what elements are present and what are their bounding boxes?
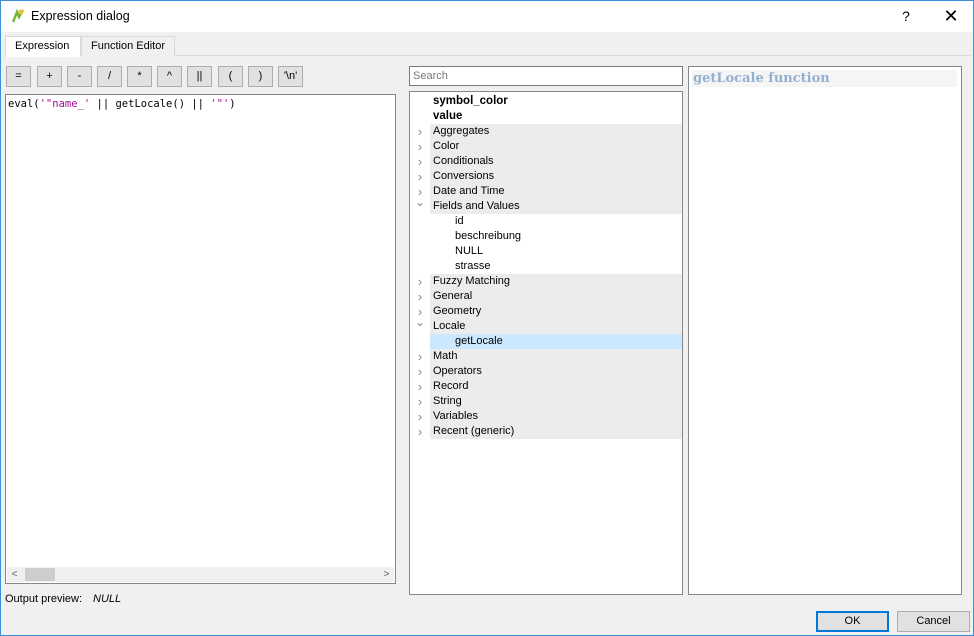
tree-item-label: Date and Time — [433, 185, 505, 197]
chevron-right-icon[interactable]: › — [414, 364, 426, 379]
scroll-right-icon[interactable]: > — [379, 567, 394, 582]
chevron-right-icon[interactable]: › — [414, 409, 426, 424]
tree-item[interactable]: › Conditionals — [418, 154, 682, 169]
tree-item[interactable]: symbol_color — [430, 94, 682, 109]
operator-button[interactable]: || — [187, 66, 212, 87]
chevron-right-icon[interactable]: › — [414, 379, 426, 394]
search-input[interactable]: Search — [409, 66, 683, 86]
operator-button[interactable]: / — [97, 66, 122, 87]
tree-item-label: beschreibung — [455, 230, 522, 242]
expression-editor[interactable]: eval('"name_' || getLocale() || '"') < > — [5, 94, 396, 584]
expression-text[interactable]: eval('"name_' || getLocale() || '"') — [8, 98, 236, 110]
close-button[interactable]: ✕ — [937, 5, 965, 27]
window-title: Expression dialog — [31, 9, 130, 23]
tree-item[interactable]: › Aggregates — [418, 124, 682, 139]
tab-expression[interactable]: Expression — [5, 36, 81, 57]
tree-item[interactable]: › Math — [418, 349, 682, 364]
tree-item-label: Variables — [433, 410, 479, 422]
title-bar: Expression dialog ? ✕ — [1, 1, 973, 32]
operator-button[interactable]: ( — [218, 66, 243, 87]
tree-item-label: Color — [433, 140, 460, 152]
operator-button[interactable]: * — [127, 66, 152, 87]
tree-item[interactable]: NULL — [430, 244, 682, 259]
tree-item-label: Aggregates — [433, 125, 490, 137]
tree-item[interactable]: › Conversions — [418, 169, 682, 184]
tree-item[interactable]: › Date and Time — [418, 184, 682, 199]
tree-item[interactable]: beschreibung — [430, 229, 682, 244]
horizontal-scrollbar[interactable]: < > — [7, 567, 394, 582]
tree-item-label: getLocale — [455, 335, 503, 347]
output-preview-value: NULL — [93, 593, 122, 605]
tree-item-label: Conversions — [433, 170, 495, 182]
code-token: '"' — [210, 98, 230, 110]
chevron-right-icon[interactable]: › — [414, 124, 426, 139]
tree-item[interactable]: › General — [418, 289, 682, 304]
tree-item-label: Math — [433, 350, 458, 362]
chevron-right-icon[interactable]: › — [414, 139, 426, 154]
tree-item[interactable]: value — [430, 109, 682, 124]
tree-item[interactable]: ⌄ Fields and Values — [415, 195, 682, 214]
tab-bar: Expression Function Editor — [5, 36, 971, 57]
tree-item-label: Fields and Values — [433, 200, 520, 212]
tree-item-label: Record — [433, 380, 469, 392]
code-token: || getLocale() || — [90, 98, 211, 110]
tree-item[interactable]: › Record — [418, 379, 682, 394]
tree-item-label: id — [455, 215, 464, 227]
tree-item[interactable]: › String — [418, 394, 682, 409]
tree-item[interactable]: › Fuzzy Matching — [418, 274, 682, 289]
tree-item-label: Fuzzy Matching — [433, 275, 511, 287]
tree-item[interactable]: › Color — [418, 139, 682, 154]
operator-button[interactable]: + — [37, 66, 62, 87]
help-panel: getLocale function — [688, 66, 962, 595]
expression-dialog: Expression dialog ? ✕ Expression Functio… — [0, 0, 974, 636]
tree-item[interactable]: › Geometry — [418, 304, 682, 319]
tree-item[interactable]: id — [430, 214, 682, 229]
tree-item[interactable]: › Variables — [418, 409, 682, 424]
tree-item-label: value — [433, 110, 463, 122]
output-preview-label: Output preview: — [5, 593, 83, 605]
code-token: ) — [229, 98, 236, 110]
operator-button[interactable]: ^ — [157, 66, 182, 87]
help-button[interactable]: ? — [894, 5, 918, 27]
chevron-right-icon[interactable]: › — [414, 349, 426, 364]
tree-item-label: General — [433, 290, 473, 302]
chevron-right-icon[interactable]: › — [414, 154, 426, 169]
chevron-right-icon[interactable]: › — [414, 169, 426, 184]
operator-button[interactable]: = — [6, 66, 31, 87]
operator-button[interactable]: ) — [248, 66, 273, 87]
tree-item-label: Locale — [433, 320, 466, 332]
tab-function-editor[interactable]: Function Editor — [81, 36, 175, 56]
tree-item[interactable]: strasse — [430, 259, 682, 274]
operator-button[interactable]: '\n' — [278, 66, 303, 87]
tree-item[interactable]: getLocale — [430, 334, 682, 349]
tree-item-label: strasse — [455, 260, 491, 272]
tree-item-label: String — [433, 395, 462, 407]
tree-item[interactable]: › Operators — [418, 364, 682, 379]
tree-item[interactable]: ⌄ Locale — [415, 315, 682, 334]
code-token: eval( — [8, 98, 40, 110]
code-token: '"name_' — [39, 98, 91, 110]
scroll-left-icon[interactable]: < — [7, 567, 22, 582]
tree-item[interactable]: › Recent (generic) — [418, 424, 682, 439]
tree-item-label: Geometry — [433, 305, 482, 317]
ok-button[interactable]: OK — [816, 611, 889, 632]
cancel-button[interactable]: Cancel — [897, 611, 970, 632]
chevron-right-icon[interactable]: › — [414, 289, 426, 304]
tree-item-label: Conditionals — [433, 155, 494, 167]
chevron-right-icon[interactable]: › — [414, 274, 426, 289]
tree-item-label: NULL — [455, 245, 484, 257]
function-tree: symbol_color value › Aggregates › Color › Condi… — [409, 91, 683, 595]
help-title: getLocale function — [692, 70, 957, 87]
operator-button[interactable]: - — [67, 66, 92, 87]
tree-item-label: symbol_color — [433, 95, 508, 107]
tree-item-label: Operators — [433, 365, 482, 377]
chevron-down-icon[interactable]: ⌄ — [414, 195, 426, 210]
qgis-app-icon — [11, 8, 25, 23]
chevron-right-icon[interactable]: › — [414, 424, 426, 439]
tree-item-label: Recent (generic) — [433, 425, 515, 437]
chevron-down-icon[interactable]: ⌄ — [414, 315, 426, 330]
chevron-right-icon[interactable]: › — [414, 394, 426, 409]
scroll-thumb[interactable] — [25, 568, 55, 581]
